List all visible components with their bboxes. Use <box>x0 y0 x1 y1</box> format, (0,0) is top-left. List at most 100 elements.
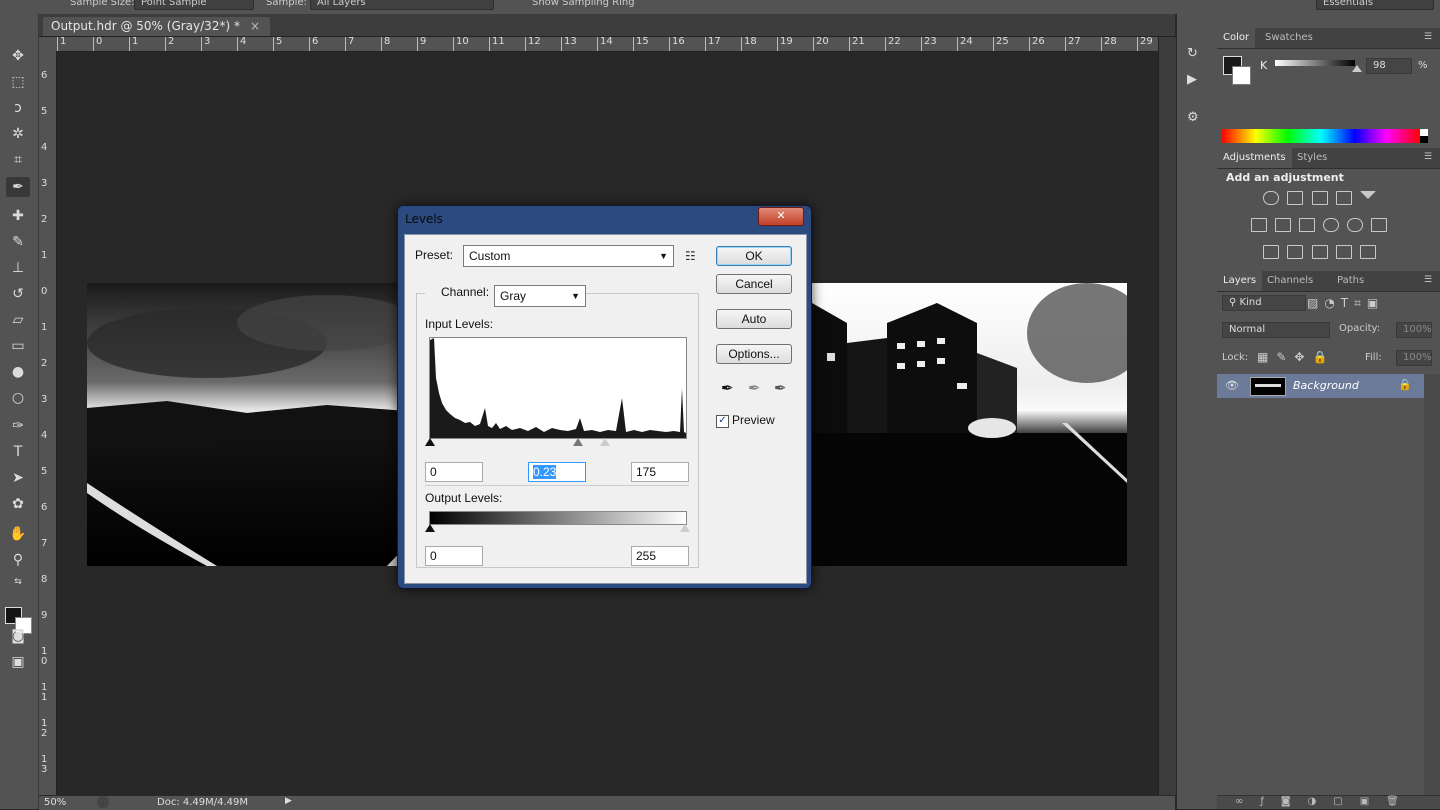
layers-footer-icons[interactable]: ∞ƒ◙◑▢▣🗑 <box>1217 795 1440 809</box>
eyedropper-tool-icon[interactable]: ✒ <box>6 177 30 197</box>
swap-colors-icon[interactable]: ⇆ <box>6 572 30 592</box>
color-panel-menu-icon[interactable]: ☰ <box>1424 32 1436 42</box>
input-white-slider[interactable] <box>600 438 610 446</box>
invert-icon[interactable] <box>1263 245 1279 259</box>
layer-filter-icons[interactable]: ▨◔T⌗▣ <box>1307 296 1384 311</box>
input-black-slider[interactable] <box>425 438 435 446</box>
spectrum-white[interactable] <box>1420 129 1428 136</box>
tab-channels[interactable]: Channels <box>1261 271 1319 291</box>
shape-tool-icon[interactable]: ✿ <box>6 494 30 514</box>
tab-styles[interactable]: Styles <box>1291 148 1333 168</box>
color-balance-icon[interactable] <box>1275 218 1291 232</box>
history-brush-tool-icon[interactable]: ↺ <box>6 284 30 304</box>
color-bg-swatch[interactable] <box>1232 66 1251 85</box>
actions-panel-icon[interactable]: ▶ <box>1187 72 1197 87</box>
vertical-ruler[interactable]: 65432101234567891 01 11 21 3 <box>39 51 57 795</box>
sample-select[interactable]: All Layers <box>310 0 494 10</box>
history-panel-icon[interactable]: ↻ <box>1187 46 1198 61</box>
options-button[interactable]: Options... <box>716 344 792 364</box>
layer-name[interactable]: Background <box>1293 379 1359 392</box>
black-eyedropper-icon[interactable]: ✒ <box>721 379 734 397</box>
eraser-tool-icon[interactable]: ▱ <box>6 310 30 330</box>
threshold-icon[interactable] <box>1312 245 1328 259</box>
selective-color-icon[interactable] <box>1360 245 1376 259</box>
brush-tool-icon[interactable]: ✎ <box>6 232 30 252</box>
quick-mask-icon[interactable]: ◙ <box>6 626 30 646</box>
layer-visibility-eye-icon[interactable]: 👁 <box>1225 379 1239 392</box>
preset-options-icon[interactable]: ☷ <box>685 249 696 263</box>
channel-select[interactable]: Gray ▼ <box>494 285 586 307</box>
lock-icons[interactable]: ▦✎✥🔒 <box>1257 350 1335 364</box>
show-sampling-ring-label[interactable]: Show Sampling Ring <box>532 0 635 8</box>
horizontal-ruler[interactable]: 1 0 1 2 3 4 5 6 7 8 9 10 11 12 13 14 15 16 17 18 19 20 21 22 23 2… <box>57 37 1158 52</box>
curves-adjustment-icon[interactable] <box>1312 191 1328 205</box>
vibrance-adjustment-icon[interactable] <box>1360 191 1376 199</box>
vertical-scrollbar[interactable] <box>1158 37 1176 795</box>
status-menu-icon[interactable] <box>97 796 109 808</box>
channel-mixer-icon[interactable] <box>1347 218 1363 232</box>
properties-panel-icon[interactable]: ⚙ <box>1187 110 1199 125</box>
tab-color[interactable]: Color <box>1217 28 1256 48</box>
lasso-tool-icon[interactable]: ↄ <box>6 98 30 118</box>
screen-mode-icon[interactable]: ▣ <box>6 652 30 672</box>
ok-button[interactable]: OK <box>716 246 792 266</box>
brightness-contrast-icon[interactable] <box>1263 191 1279 205</box>
gray-eyedropper-icon[interactable]: ✒ <box>748 379 761 397</box>
output-white-slider[interactable] <box>680 524 690 532</box>
preview-label[interactable]: Preview <box>732 413 775 427</box>
output-black-slider[interactable] <box>425 524 435 532</box>
close-tab-icon[interactable]: × <box>250 19 260 33</box>
workspace-select[interactable]: Essentials <box>1316 0 1434 10</box>
ruler-origin[interactable] <box>39 37 58 52</box>
adjustments-panel-menu-icon[interactable]: ☰ <box>1424 152 1436 162</box>
zoom-tool-icon[interactable]: ⚲ <box>6 550 30 570</box>
sample-size-select[interactable]: Point Sample <box>134 0 254 10</box>
exposure-adjustment-icon[interactable] <box>1336 191 1352 205</box>
dialog-close-button[interactable]: ✕ <box>758 207 804 226</box>
levels-adjustment-icon[interactable] <box>1287 191 1303 205</box>
type-tool-icon[interactable]: T <box>6 442 30 462</box>
hand-tool-icon[interactable]: ✋ <box>6 524 30 544</box>
marquee-tool-icon[interactable]: ⬚ <box>6 72 30 92</box>
black-white-icon[interactable] <box>1299 218 1315 232</box>
color-lookup-icon[interactable] <box>1371 218 1387 232</box>
output-white-field[interactable]: 255 <box>631 546 689 566</box>
pen-tool-icon[interactable]: ✑ <box>6 416 30 436</box>
dodge-tool-icon[interactable]: ○ <box>6 388 30 408</box>
tab-paths[interactable]: Paths <box>1331 271 1370 291</box>
magic-wand-tool-icon[interactable]: ✲ <box>6 124 30 144</box>
layer-row-background[interactable]: 👁 Background 🔒 <box>1217 374 1424 398</box>
move-tool-icon[interactable]: ✥ <box>6 46 30 66</box>
k-value-field[interactable]: 98 <box>1366 58 1412 74</box>
input-gamma-field[interactable]: 0.23 <box>528 462 586 482</box>
auto-button[interactable]: Auto <box>716 309 792 329</box>
preview-checkbox[interactable]: ✓ <box>716 415 729 428</box>
layer-filter-select[interactable]: ⚲ Kind <box>1222 295 1306 311</box>
input-gamma-slider[interactable] <box>573 438 583 446</box>
tab-adjustments[interactable]: Adjustments <box>1217 148 1292 168</box>
path-selection-tool-icon[interactable]: ➤ <box>6 468 30 488</box>
opacity-field[interactable]: 100% <box>1396 322 1432 338</box>
crop-tool-icon[interactable]: ⌗ <box>6 150 30 170</box>
fill-field[interactable]: 100% <box>1396 350 1432 366</box>
spectrum-black[interactable] <box>1420 136 1428 143</box>
clone-stamp-tool-icon[interactable]: ⊥ <box>6 258 30 278</box>
k-slider-handle[interactable] <box>1352 65 1362 72</box>
output-black-field[interactable]: 0 <box>425 546 483 566</box>
blur-tool-icon[interactable]: ● <box>6 362 30 382</box>
input-white-field[interactable]: 175 <box>631 462 689 482</box>
zoom-level[interactable]: 50% <box>44 797 66 808</box>
photo-filter-icon[interactable] <box>1323 218 1339 232</box>
blend-mode-select[interactable]: Normal <box>1222 322 1330 338</box>
tab-layers[interactable]: Layers <box>1217 271 1263 291</box>
document-tab[interactable]: Output.hdr @ 50% (Gray/32*) * × <box>43 17 271 36</box>
gradient-map-icon[interactable] <box>1336 245 1352 259</box>
k-slider[interactable] <box>1275 60 1355 66</box>
healing-brush-tool-icon[interactable]: ✚ <box>6 206 30 226</box>
preset-select[interactable]: Custom ▼ <box>463 245 674 267</box>
color-spectrum[interactable] <box>1222 129 1420 143</box>
posterize-icon[interactable] <box>1287 245 1303 259</box>
cancel-button[interactable]: Cancel <box>716 274 792 294</box>
tab-swatches[interactable]: Swatches <box>1259 28 1319 48</box>
hue-saturation-icon[interactable] <box>1251 218 1267 232</box>
